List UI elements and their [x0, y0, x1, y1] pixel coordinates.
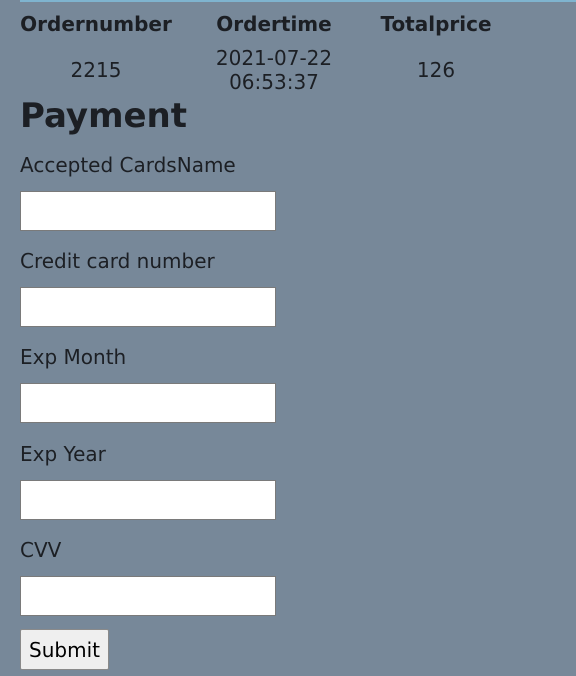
total-price-cell: 126 — [416, 58, 456, 82]
column-header-totalprice: Totalprice — [380, 12, 492, 36]
card-number-label: Credit card number — [20, 249, 215, 273]
table-row: 2215 2021-07-22 06:53:37 126 — [20, 46, 496, 94]
table-header-row: Ordernumber Ordertime Totalprice — [20, 2, 496, 46]
exp-month-input[interactable] — [20, 383, 276, 423]
orders-table: Ordernumber Ordertime Totalprice 2215 20… — [20, 2, 496, 94]
column-header-ordertime: Ordertime — [216, 12, 332, 36]
submit-button[interactable]: Submit — [20, 629, 109, 670]
exp-month-label: Exp Month — [20, 345, 127, 369]
order-time-cell: 2021-07-22 06:53:37 — [215, 46, 333, 94]
exp-year-input[interactable] — [20, 480, 276, 520]
card-number-input[interactable] — [20, 287, 276, 327]
payment-title: Payment — [20, 96, 188, 136]
cvv-input[interactable] — [20, 576, 276, 616]
exp-year-label: Exp Year — [20, 442, 106, 466]
cardsname-input[interactable] — [20, 191, 276, 231]
cvv-label: CVV — [20, 538, 62, 562]
column-header-ordernumber: Ordernumber — [20, 12, 172, 36]
order-number-cell: 2215 — [70, 58, 122, 82]
cardsname-label: Accepted CardsName — [20, 153, 236, 177]
